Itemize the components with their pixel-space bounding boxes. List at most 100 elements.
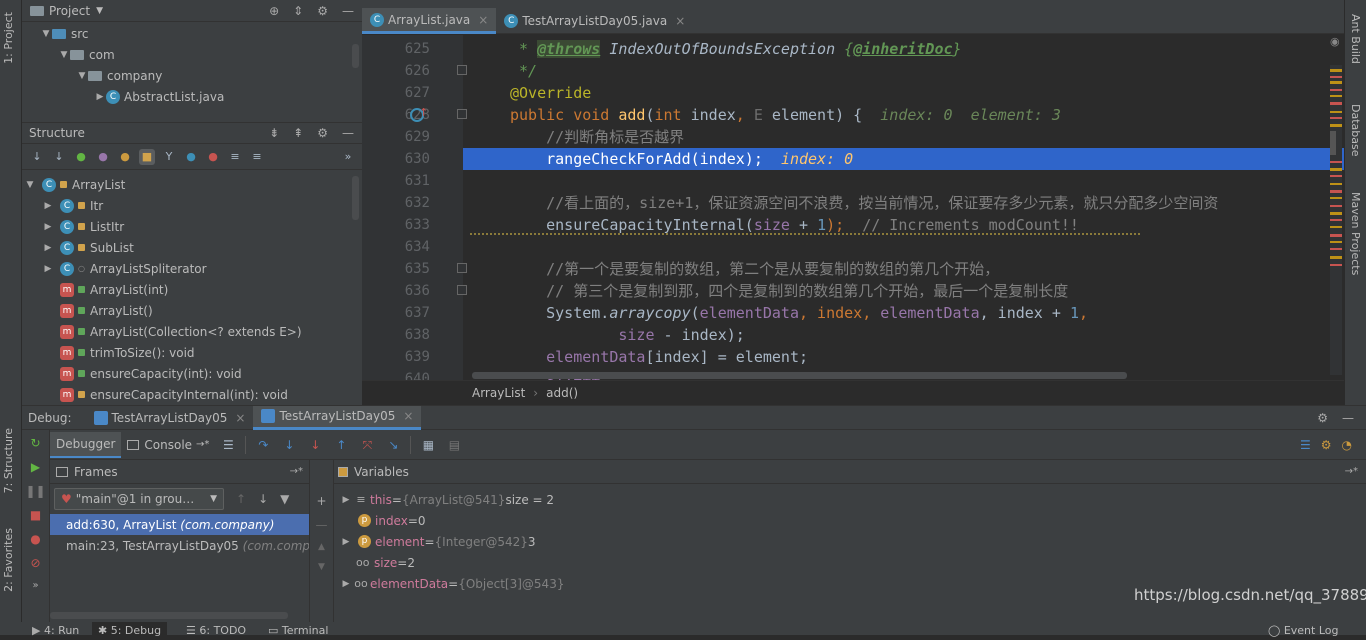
tab-debugger[interactable]: Debugger [50,431,122,458]
pin-icon[interactable]: →* [1345,466,1366,477]
tab-terminal[interactable]: ▭ Terminal [268,622,328,640]
structure-item[interactable]: ▼ C ArrayList [22,174,362,195]
resume-icon[interactable]: ▶ [31,460,40,474]
force-step-into-icon[interactable]: ↓ [306,436,324,454]
structure-item[interactable]: ▶ C SubList [22,237,362,258]
event-log[interactable]: ◯ Event Log [1268,622,1338,640]
structure-item[interactable]: m ArrayList(int) [22,279,362,300]
tab-testarraylist[interactable]: C TestArrayListDay05.java × [496,8,693,34]
expand-arrow-icon[interactable]: ▶ [340,495,352,505]
settings-icon[interactable]: ⚙ [1321,438,1332,452]
frame-up-icon[interactable]: ↑ [236,492,246,506]
tab-database[interactable]: Database [1349,104,1362,157]
gear-icon[interactable]: ⚙ [317,4,328,18]
tree-item-company[interactable]: ▼ company [22,65,362,86]
tab-console[interactable]: Console →* [121,433,215,457]
tab-ant-build[interactable]: Ant Build [1349,14,1362,64]
structure-item[interactable]: ▶ C ListItr [22,216,362,237]
more-icon[interactable]: » [340,149,356,165]
add-watch-icon[interactable]: + [316,494,326,508]
structure-item[interactable]: ▶ C Itr [22,195,362,216]
collapse-icon[interactable]: ⇕ [293,4,303,18]
project-scrollbar[interactable] [352,44,359,68]
tree-item-src[interactable]: ▼ src [22,23,362,44]
tab-maven-projects[interactable]: Maven Projects [1349,192,1362,275]
mute-breakpoints-icon[interactable]: ⊘ [30,556,40,570]
fold-icon[interactable] [457,65,467,75]
fold-icon[interactable] [457,285,467,295]
expand-arrow-icon[interactable]: ▼ [40,29,52,39]
tab-structure[interactable]: 7: Structure [2,428,15,493]
error-stripe[interactable] [1330,65,1342,375]
close-icon[interactable]: × [478,13,488,27]
evaluate-icon[interactable]: ▦ [419,436,437,454]
collapse-icon[interactable]: ≡ [249,149,265,165]
filter-icon[interactable]: ▼ [280,492,289,506]
remove-watch-icon[interactable]: — [316,518,328,532]
expand-arrow-icon[interactable]: ▼ [58,50,70,60]
tab-favorites[interactable]: 2: Favorites [2,528,15,592]
expand-arrow-icon[interactable]: ▶ [42,201,54,211]
breadcrumb-class[interactable]: ArrayList [472,386,525,400]
show-anonymous-icon[interactable]: ● [183,149,199,165]
restore-layout-icon[interactable]: ☰ [1300,438,1311,452]
close-icon[interactable]: × [403,409,413,423]
move-up-icon[interactable]: ▲ [318,542,325,552]
tab-arraylist[interactable]: C ArrayList.java × [362,8,497,34]
gear-icon[interactable]: ⚙ [1317,411,1328,425]
hide-icon[interactable]: — [1342,411,1354,425]
show-properties-icon[interactable]: ● [95,149,111,165]
frame-down-icon[interactable]: ↓ [258,492,268,506]
expand-arrow-icon[interactable]: ▶ [42,222,54,232]
variable-row[interactable]: oo size = 2 [334,552,1366,573]
drop-frame-icon[interactable]: ⤧ [358,436,376,454]
expand-arrow-icon[interactable]: ▶ [42,264,54,274]
show-lambda-icon[interactable]: ● [205,149,221,165]
more-icon[interactable]: » [32,580,38,591]
show-lambdas-icon[interactable]: Y [161,149,177,165]
frames-scrollbar[interactable] [50,612,288,619]
stop-icon[interactable]: ■ [30,508,41,522]
tab-debug[interactable]: ✱ 5: Debug [92,622,168,640]
fold-icon[interactable] [457,109,467,119]
tree-item-com[interactable]: ▼ com [22,44,362,65]
structure-item[interactable]: ▶ C ○ ArrayListSpliterator [22,258,362,279]
show-inherited-icon[interactable]: ● [73,149,89,165]
expand-arrow-icon[interactable]: ▼ [24,180,36,190]
structure-item[interactable]: m trimToSize(): void [22,342,362,363]
show-non-public-icon[interactable]: ■ [139,148,155,165]
frame-row-selected[interactable]: add:630, ArrayList (com.company) [50,514,309,535]
sort-alpha-icon[interactable]: ↓ [51,149,67,165]
editor-hscrollbar[interactable] [472,372,1127,379]
expand-arrow-icon[interactable]: ▶ [340,579,352,589]
gauge-icon[interactable]: ◔ [1342,438,1352,452]
variable-row[interactable]: ▶ ≡ this = {ArrayList@541} size = 2 [334,489,1366,510]
hide-icon[interactable]: — [342,126,354,140]
variable-row[interactable]: p index = 0 [334,510,1366,531]
locate-icon[interactable]: ⊕ [269,4,279,18]
fold-icon[interactable] [457,263,467,273]
variable-row[interactable]: ▶ p element = {Integer@542} 3 [334,531,1366,552]
structure-item[interactable]: m ensureCapacity(int): void [22,363,362,384]
expand-arrow-icon[interactable]: ▼ [76,71,88,81]
move-down-icon[interactable]: ▼ [318,562,325,572]
structure-scrollbar[interactable] [352,176,359,220]
collapse-all-icon[interactable]: ⇞ [293,126,303,140]
close-icon[interactable]: × [235,411,245,425]
pause-icon[interactable]: ❚❚ [25,484,45,498]
expand-arrow-icon[interactable]: ▶ [94,92,106,102]
step-into-icon[interactable]: ↓ [280,436,298,454]
step-over-icon[interactable]: ↷ [254,436,272,454]
expand-all-icon[interactable]: ⇟ [269,126,279,140]
tree-item-abstractlist[interactable]: ▶ C AbstractList.java [22,86,362,107]
view-breakpoints-icon[interactable]: ● [30,532,40,546]
tab-run[interactable]: ▶ 4: Run [32,622,79,640]
structure-item[interactable]: m ensureCapacityInternal(int): void [22,384,362,405]
chevron-down-icon[interactable]: ▼ [96,6,103,16]
hide-icon[interactable]: — [342,4,354,18]
trace-icon[interactable]: ▤ [445,436,463,454]
tab-todo[interactable]: ☰ 6: TODO [186,622,246,640]
expand-arrow-icon[interactable]: ▶ [340,537,352,547]
frame-row[interactable]: main:23, TestArrayListDay05 (com.compan [50,535,309,556]
eye-icon[interactable]: ◉ [1330,35,1340,48]
